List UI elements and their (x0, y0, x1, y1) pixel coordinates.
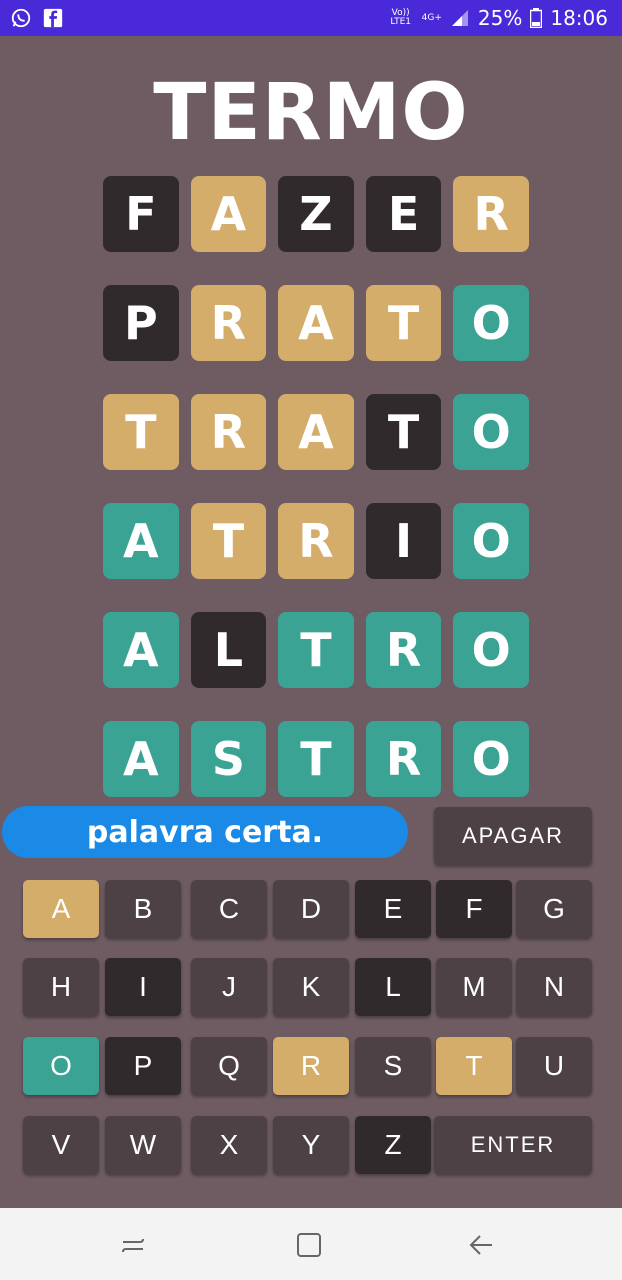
key-z[interactable]: Z (355, 1116, 431, 1174)
key-d[interactable]: D (273, 880, 349, 938)
key-p[interactable]: P (105, 1037, 181, 1095)
key-f[interactable]: F (436, 880, 512, 938)
letter-tile: R (190, 285, 267, 361)
key-a[interactable]: A (23, 880, 99, 938)
letter-tile: Z (278, 176, 354, 252)
key-m[interactable]: M (436, 958, 512, 1016)
letter-tile: S (190, 721, 267, 797)
letter-tile: P (103, 285, 179, 361)
clock: 18:06 (550, 6, 608, 30)
key-q[interactable]: Q (191, 1037, 267, 1095)
game-board: FAZERPRATOTRATOATRIOALTROASTRO (103, 176, 529, 830)
board-row: ALTRO (103, 612, 529, 688)
letter-tile: O (453, 503, 529, 579)
letter-tile: T (190, 503, 267, 579)
board-row: TRATO (103, 394, 529, 470)
back-icon[interactable] (466, 1230, 496, 1260)
letter-tile: R (365, 721, 442, 797)
volte-indicator: Vo)) LTE1 (390, 8, 411, 27)
letter-tile: R (453, 176, 529, 252)
key-r[interactable]: R (273, 1037, 349, 1095)
letter-tile: R (190, 394, 267, 470)
key-o[interactable]: O (23, 1037, 99, 1095)
letter-tile: A (103, 721, 179, 797)
letter-tile: T (365, 285, 442, 361)
key-t[interactable]: T (436, 1037, 512, 1095)
board-row: FAZER (103, 176, 529, 252)
letter-tile: F (103, 176, 179, 252)
letter-tile: I (365, 503, 442, 579)
key-v[interactable]: V (23, 1116, 99, 1174)
result-toast: palavra certa. (2, 806, 408, 858)
delete-button[interactable]: APAGAR (434, 807, 592, 865)
key-h[interactable]: H (23, 958, 99, 1016)
board-row: ATRIO (103, 503, 529, 579)
key-w[interactable]: W (105, 1116, 181, 1174)
enter-button[interactable]: ENTER (434, 1116, 592, 1174)
status-bar: Vo)) LTE1 4G+ 25% 18:06 (0, 0, 622, 36)
home-icon[interactable] (294, 1230, 324, 1260)
network-type: 4G+ (421, 12, 442, 23)
letter-tile: O (453, 721, 529, 797)
signal-icon (451, 10, 468, 26)
letter-tile: A (278, 394, 354, 470)
game-title: TERMO (153, 68, 469, 158)
board-row: PRATO (103, 285, 529, 361)
status-right: Vo)) LTE1 4G+ 25% 18:06 (388, 6, 608, 30)
letter-tile: A (103, 503, 179, 579)
battery-percent: 25% (477, 6, 523, 30)
key-u[interactable]: U (516, 1037, 592, 1095)
whatsapp-icon (11, 8, 31, 28)
key-s[interactable]: S (355, 1037, 431, 1095)
key-n[interactable]: N (516, 958, 592, 1016)
letter-tile: A (190, 176, 267, 252)
battery-icon (530, 8, 543, 28)
letter-tile: T (278, 612, 354, 688)
letter-tile: R (365, 612, 442, 688)
letter-tile: T (365, 394, 442, 470)
key-e[interactable]: E (355, 880, 431, 938)
key-j[interactable]: J (191, 958, 267, 1016)
letter-tile: T (278, 721, 354, 797)
key-l[interactable]: L (355, 958, 431, 1016)
letter-tile: E (365, 176, 442, 252)
recents-icon[interactable] (118, 1230, 148, 1260)
status-left (10, 7, 64, 29)
letter-tile: O (453, 612, 529, 688)
key-x[interactable]: X (191, 1116, 267, 1174)
key-b[interactable]: B (105, 880, 181, 938)
letter-tile: A (278, 285, 354, 361)
letter-tile: L (190, 612, 267, 688)
letter-tile: T (103, 394, 179, 470)
navigation-bar (0, 1208, 622, 1280)
letter-tile: O (453, 285, 529, 361)
key-y[interactable]: Y (273, 1116, 349, 1174)
board-row: ASTRO (103, 721, 529, 797)
facebook-icon (43, 8, 63, 28)
key-c[interactable]: C (191, 880, 267, 938)
letter-tile: O (453, 394, 529, 470)
key-i[interactable]: I (105, 958, 181, 1016)
letter-tile: R (278, 503, 354, 579)
key-k[interactable]: K (273, 958, 349, 1016)
letter-tile: A (103, 612, 179, 688)
key-g[interactable]: G (516, 880, 592, 938)
